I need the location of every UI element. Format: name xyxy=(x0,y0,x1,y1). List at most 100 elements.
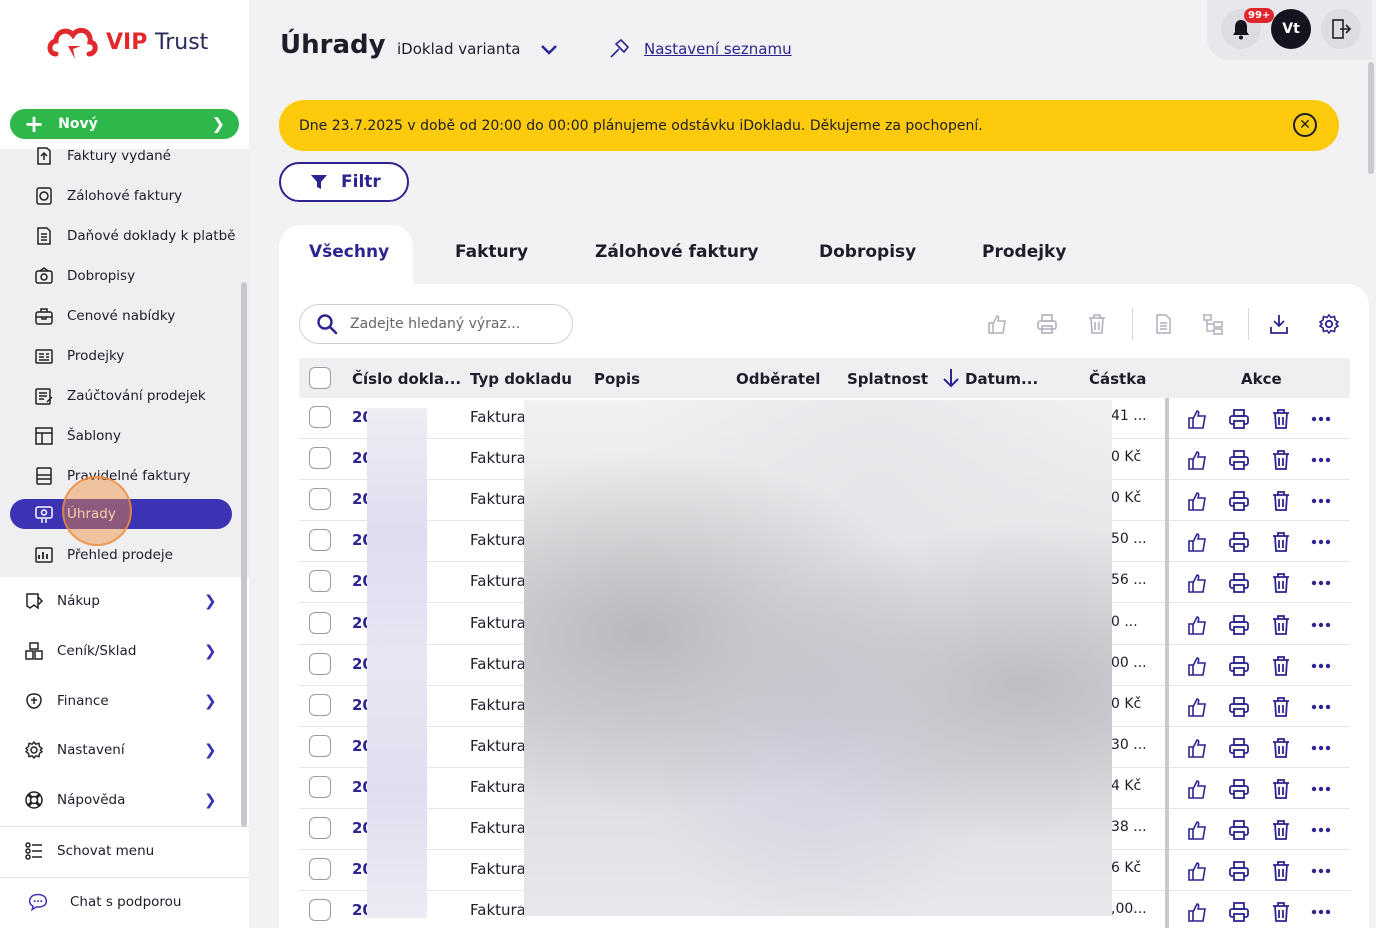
print-icon[interactable] xyxy=(1227,448,1251,472)
print-icon[interactable] xyxy=(1227,613,1251,637)
more-icon[interactable] xyxy=(1309,859,1333,883)
delete-icon[interactable] xyxy=(1269,654,1293,678)
row-checkbox[interactable] xyxy=(309,406,331,428)
print-icon[interactable] xyxy=(1227,695,1251,719)
more-icon[interactable] xyxy=(1309,818,1333,842)
approve-icon[interactable] xyxy=(1185,695,1209,719)
column-header-type[interactable]: Typ dokladu xyxy=(470,370,572,388)
search-input[interactable] xyxy=(350,316,550,332)
chevron-down-icon[interactable] xyxy=(538,38,560,64)
more-icon[interactable] xyxy=(1309,530,1333,554)
more-icon[interactable] xyxy=(1309,777,1333,801)
avatar[interactable]: Vt xyxy=(1271,9,1311,49)
column-header-description[interactable]: Popis xyxy=(594,370,640,388)
logo[interactable]: VIP Trust xyxy=(46,22,208,62)
column-header-due-date[interactable]: Splatnost xyxy=(847,370,928,388)
column-header-date[interactable]: Datum... xyxy=(965,370,1038,388)
sidebar-item-purchase[interactable]: Nákup ❯ xyxy=(0,581,240,621)
sidebar-item-finance[interactable]: Finance ❯ xyxy=(0,681,240,721)
sidebar-item-invoice-out[interactable]: Faktury vydané xyxy=(0,138,240,174)
delete-icon[interactable] xyxy=(1269,530,1293,554)
sidebar-item-receipt-accounting[interactable]: Zaúčtování prodejek xyxy=(0,378,240,414)
sidebar-item-receipt[interactable]: Prodejky xyxy=(0,338,240,374)
column-header-number[interactable]: Číslo dokla... xyxy=(352,370,461,388)
delete-icon[interactable] xyxy=(1269,818,1293,842)
chat-support-button[interactable]: Chat s podporou xyxy=(0,882,240,922)
delete-icon[interactable] xyxy=(1269,489,1293,513)
approve-icon[interactable] xyxy=(1185,818,1209,842)
delete-icon[interactable] xyxy=(1269,571,1293,595)
sidebar-item-credit-note[interactable]: Dobropisy xyxy=(0,258,240,294)
row-checkbox[interactable] xyxy=(309,899,331,922)
variant-selector[interactable]: iDoklad varianta xyxy=(397,40,520,58)
close-icon[interactable]: ✕ xyxy=(1293,113,1317,137)
print-icon[interactable] xyxy=(1227,736,1251,760)
new-button[interactable]: + Nový ❯ xyxy=(10,109,239,139)
more-icon[interactable] xyxy=(1309,695,1333,719)
row-checkbox[interactable] xyxy=(309,611,331,634)
row-checkbox[interactable] xyxy=(309,652,331,675)
row-checkbox[interactable] xyxy=(309,570,331,593)
list-settings-link[interactable]: Nastavení seznamu xyxy=(608,38,792,60)
row-checkbox[interactable] xyxy=(309,529,331,552)
column-header-customer[interactable]: Odběratel xyxy=(736,370,820,388)
sort-arrow-down-icon[interactable] xyxy=(941,367,961,389)
sidebar-item-template[interactable]: Šablony xyxy=(0,418,240,454)
list-settings-label[interactable]: Nastavení seznamu xyxy=(644,40,792,58)
more-icon[interactable] xyxy=(1309,489,1333,513)
select-all-checkbox[interactable] xyxy=(309,367,331,389)
row-checkbox[interactable] xyxy=(309,775,331,798)
toolbar-delete-icon[interactable] xyxy=(1085,312,1109,336)
filter-button[interactable]: Filtr xyxy=(279,162,409,202)
toolbar-settings-icon[interactable] xyxy=(1317,312,1341,336)
delete-icon[interactable] xyxy=(1269,407,1293,431)
sidebar-item-advance-invoice[interactable]: Zálohové faktury xyxy=(0,178,240,214)
print-icon[interactable] xyxy=(1227,900,1251,924)
delete-icon[interactable] xyxy=(1269,613,1293,637)
delete-icon[interactable] xyxy=(1269,859,1293,883)
approve-icon[interactable] xyxy=(1185,736,1209,760)
row-checkbox[interactable] xyxy=(309,734,331,757)
more-icon[interactable] xyxy=(1309,571,1333,595)
more-icon[interactable] xyxy=(1309,407,1333,431)
toolbar-tree-icon[interactable] xyxy=(1201,312,1225,336)
delete-icon[interactable] xyxy=(1269,695,1293,719)
toolbar-document-icon[interactable] xyxy=(1151,312,1175,336)
tab-advance-invoices[interactable]: Zálohové faktury xyxy=(595,242,758,262)
print-icon[interactable] xyxy=(1227,530,1251,554)
row-checkbox[interactable] xyxy=(309,488,331,511)
sidebar-scrollbar[interactable] xyxy=(241,282,247,827)
approve-icon[interactable] xyxy=(1185,489,1209,513)
sidebar-item-price-offer[interactable]: Cenové nabídky xyxy=(0,298,240,334)
tab-invoices[interactable]: Faktury xyxy=(455,242,528,262)
more-icon[interactable] xyxy=(1309,613,1333,637)
print-icon[interactable] xyxy=(1227,818,1251,842)
approve-icon[interactable] xyxy=(1185,859,1209,883)
tab-all[interactable]: Všechny xyxy=(279,225,413,285)
approve-icon[interactable] xyxy=(1185,571,1209,595)
approve-icon[interactable] xyxy=(1185,777,1209,801)
toolbar-approve-icon[interactable] xyxy=(985,312,1009,336)
row-checkbox[interactable] xyxy=(309,817,331,839)
column-header-amount[interactable]: Částka xyxy=(1089,370,1146,388)
page-scrollbar[interactable] xyxy=(1368,62,1374,174)
print-icon[interactable] xyxy=(1227,777,1251,801)
row-checkbox[interactable] xyxy=(309,447,331,470)
more-icon[interactable] xyxy=(1309,736,1333,760)
print-icon[interactable] xyxy=(1227,654,1251,678)
row-checkbox[interactable] xyxy=(309,693,331,716)
more-icon[interactable] xyxy=(1309,900,1333,924)
approve-icon[interactable] xyxy=(1185,613,1209,637)
toolbar-print-icon[interactable] xyxy=(1035,312,1059,336)
sidebar-item-tax-document[interactable]: Daňové doklady k platbě xyxy=(0,218,240,254)
print-icon[interactable] xyxy=(1227,407,1251,431)
approve-icon[interactable] xyxy=(1185,407,1209,431)
hide-menu-button[interactable]: Schovat menu xyxy=(0,831,240,871)
sidebar-item-warehouse[interactable]: Ceník/Sklad ❯ xyxy=(0,631,240,671)
sidebar-item-help[interactable]: Nápověda ❯ xyxy=(0,780,240,820)
approve-icon[interactable] xyxy=(1185,654,1209,678)
row-checkbox[interactable] xyxy=(309,858,331,881)
delete-icon[interactable] xyxy=(1269,777,1293,801)
delete-icon[interactable] xyxy=(1269,736,1293,760)
tab-receipts[interactable]: Prodejky xyxy=(982,242,1066,262)
